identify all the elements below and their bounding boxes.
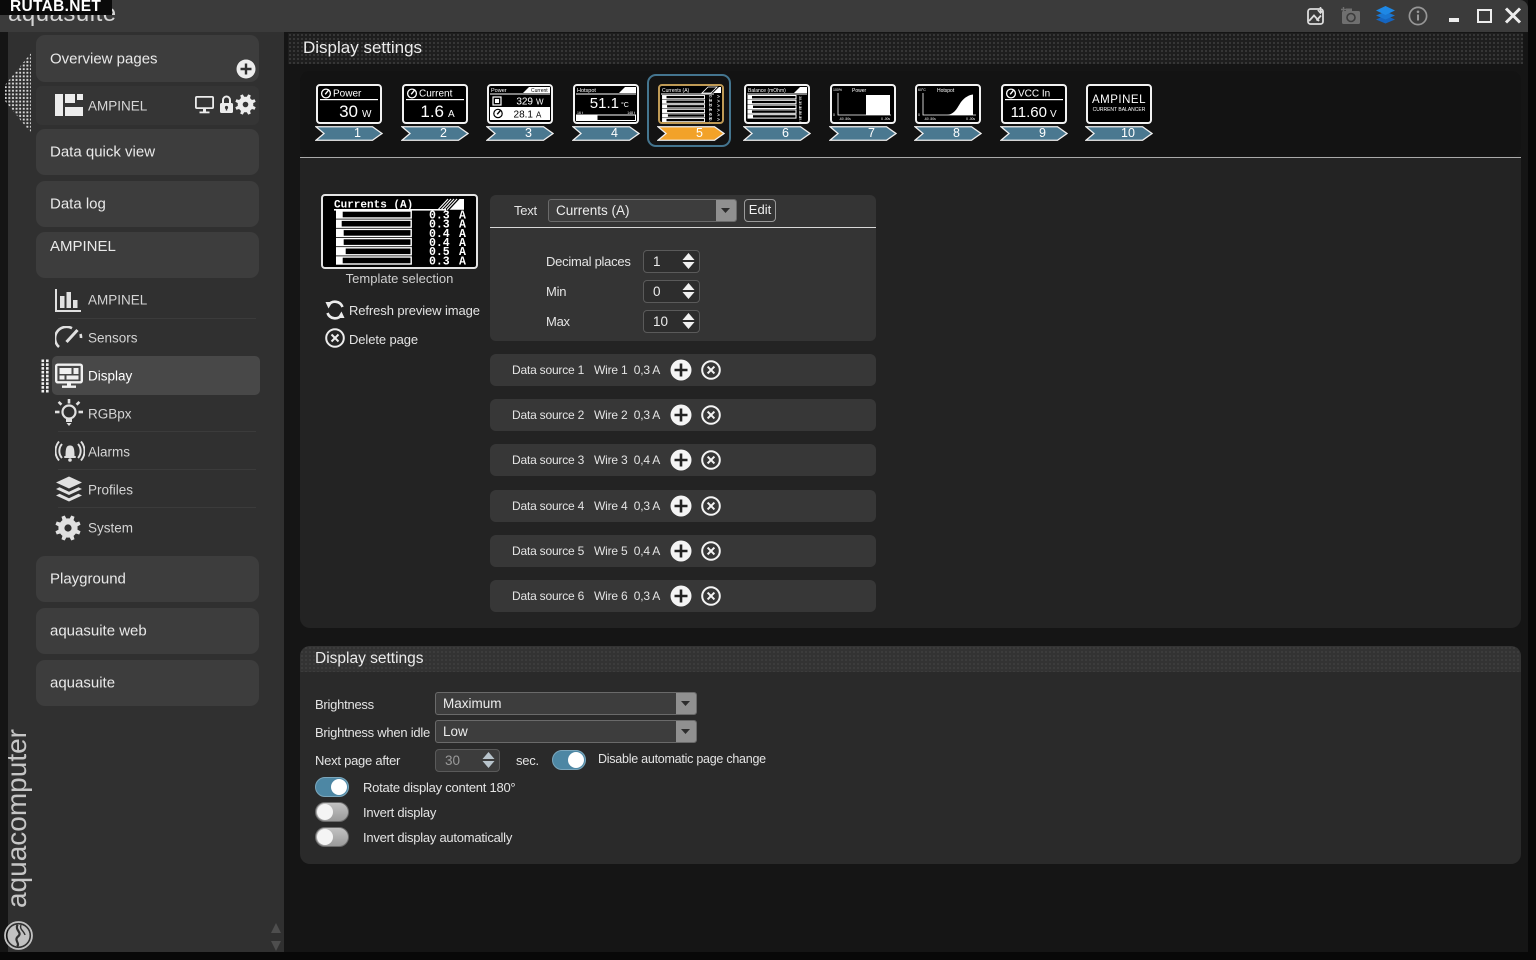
svg-text:11.60: 11.60: [1011, 104, 1047, 121]
svg-text:329: 329: [516, 97, 533, 108]
svg-text:16 t: 16 t: [577, 111, 583, 115]
svg-text:A: A: [716, 100, 721, 103]
svg-text:A: A: [716, 109, 721, 112]
svg-text:Power: Power: [852, 88, 867, 94]
svg-text:39.0: 39.0: [798, 116, 802, 122]
svg-text:148 t: 148 t: [627, 111, 635, 115]
svg-text:Currents (A): Currents (A): [662, 88, 690, 94]
svg-text:Power: Power: [491, 88, 507, 94]
svg-text:A: A: [716, 104, 721, 107]
svg-text:1.6: 1.6: [420, 102, 444, 121]
svg-text:0 -00s: 0 -00s: [966, 117, 975, 121]
svg-text:Balance (mOhm): Balance (mOhm): [748, 88, 786, 94]
svg-text:Current: Current: [419, 89, 453, 100]
svg-text:A: A: [716, 95, 721, 98]
svg-text:28.1: 28.1: [514, 110, 534, 121]
svg-text:Hotspot: Hotspot: [577, 88, 596, 94]
svg-text:VCC In: VCC In: [1018, 89, 1050, 100]
svg-text:W: W: [536, 98, 544, 107]
svg-text:A: A: [716, 113, 721, 116]
svg-text:Power: Power: [333, 89, 362, 100]
svg-text:0.3: 0.3: [429, 255, 450, 267]
svg-text:°C: °C: [621, 101, 629, 109]
svg-text:A: A: [536, 111, 542, 120]
svg-text:0 -00s: 0 -00s: [881, 117, 890, 121]
svg-text:60°C: 60°C: [918, 88, 926, 92]
svg-text:A: A: [448, 109, 455, 120]
svg-text:CURRENT BALANCER: CURRENT BALANCER: [1093, 107, 1146, 113]
svg-text:51.1: 51.1: [590, 95, 619, 112]
svg-text:0.3: 0.3: [708, 118, 713, 122]
svg-text:W: W: [362, 109, 372, 120]
svg-text:-60 -50s: -60 -50s: [839, 117, 851, 121]
svg-text:0: 0: [918, 113, 920, 117]
svg-text:-60 -50s: -60 -50s: [924, 117, 936, 121]
svg-text:100%: 100%: [833, 88, 842, 92]
svg-text:Current: Current: [531, 88, 548, 94]
svg-text:A: A: [459, 255, 466, 267]
svg-text:AMPINEL: AMPINEL: [1092, 94, 1146, 106]
svg-text:Hotspot: Hotspot: [937, 88, 955, 94]
svg-text:A: A: [716, 118, 721, 121]
svg-text:0: 0: [833, 113, 835, 117]
svg-text:V: V: [1050, 109, 1057, 120]
svg-text:30: 30: [339, 102, 358, 121]
